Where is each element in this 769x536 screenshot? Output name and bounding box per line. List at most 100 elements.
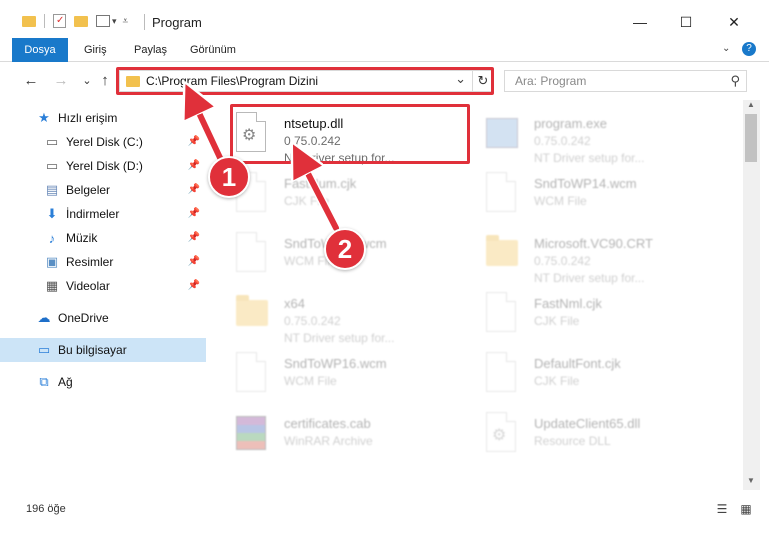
scroll-up-icon[interactable]: ▲	[745, 100, 757, 112]
back-button[interactable]: ←	[22, 72, 40, 90]
sidebar-item-label: Ağ	[58, 375, 73, 389]
window-title: Program	[152, 15, 202, 30]
status-bar: 196 öğe ☰ ▦	[0, 496, 769, 526]
sidebar-item-onedrive[interactable]: ☁ OneDrive	[0, 306, 206, 330]
sidebar-item-muzik[interactable]: ♪ Müzik 📌	[0, 226, 206, 250]
tab-paylas[interactable]: Paylaş	[134, 38, 167, 62]
computer-icon: ▭	[37, 342, 51, 357]
search-input[interactable]: Ara: Program	[515, 74, 586, 88]
title-bar: ✓ ▾ ⩡ Program — ☐ ✕	[0, 0, 769, 38]
file-highlight-box	[230, 104, 470, 164]
step-badge-2: 2	[324, 228, 366, 270]
file-icon	[486, 352, 522, 394]
folder-icon[interactable]	[22, 15, 36, 27]
sidebar-item-videolar[interactable]: ▦ Videolar 📌	[0, 274, 206, 298]
archive-icon	[236, 412, 272, 454]
search-box[interactable]: Ara: Program ⚲	[504, 70, 747, 92]
sidebar-item-disk-c[interactable]: ▭ Yerel Disk (C:) 📌	[0, 130, 206, 154]
file-item-x64[interactable]: x64 0.75.0.242 NT Driver setup for...	[236, 288, 476, 345]
file-name: UpdateClient65.dll	[534, 416, 641, 431]
file-type: Resource DLL	[534, 434, 611, 448]
address-highlight-box	[116, 67, 494, 95]
qa-dropdown-icon[interactable]: ⩡	[123, 16, 129, 27]
item-count: 196 öğe	[26, 503, 66, 515]
scroll-down-icon[interactable]: ▼	[745, 476, 757, 488]
sidebar-item-label: Belgeler	[66, 183, 111, 197]
sidebar-item-label: OneDrive	[58, 311, 109, 325]
chevron-down-icon[interactable]: ▾	[112, 16, 117, 27]
file-description: NT Driver setup for...	[284, 331, 395, 345]
properties-icon[interactable]: ✓	[53, 14, 66, 28]
sidebar-item-network[interactable]: ⧉ Ağ	[0, 370, 206, 394]
minimize-button[interactable]: —	[620, 8, 660, 36]
file-icon	[236, 232, 272, 274]
details-view-icon[interactable]: ☰	[714, 502, 730, 516]
pin-icon[interactable]: 📌	[188, 256, 200, 267]
tiles-view-icon[interactable]: ▦	[738, 502, 754, 516]
title-separator	[144, 14, 145, 30]
tab-dosya[interactable]: Dosya	[12, 38, 68, 62]
maximize-button[interactable]: ☐	[666, 8, 706, 36]
pin-icon[interactable]: 📌	[188, 208, 200, 219]
sidebar-item-quick-access[interactable]: ★ Hızlı erişim	[0, 106, 206, 130]
sidebar-item-label: Yerel Disk (C:)	[66, 135, 143, 149]
step-badge-1: 1	[208, 156, 250, 198]
file-item-program-exe[interactable]: program.exe 0.75.0.242 NT Driver setup f…	[486, 108, 726, 165]
sidebar-item-label: Yerel Disk (D:)	[66, 159, 143, 173]
file-type: CJK File	[284, 194, 330, 208]
new-folder-icon[interactable]	[74, 15, 88, 27]
tab-gorunum[interactable]: Görünüm	[190, 38, 236, 62]
recent-locations-button[interactable]: ⌄	[78, 72, 96, 90]
file-item-sndtowp14[interactable]: SndToWP14.wcm WCM File	[486, 168, 726, 224]
star-icon: ★	[38, 110, 50, 125]
video-icon: ▦	[45, 278, 59, 293]
music-icon: ♪	[48, 230, 56, 246]
pin-icon[interactable]: 📌	[188, 232, 200, 243]
up-button[interactable]: ↑	[96, 72, 114, 90]
pin-icon[interactable]: 📌	[188, 136, 200, 147]
documents-icon: ▤	[45, 182, 59, 197]
dll-file-icon: ⚙	[486, 412, 522, 454]
file-item-defaultfont[interactable]: DefaultFont.cjk CJK File	[486, 348, 726, 404]
file-item-sndtowp16[interactable]: SndToWP16.wcm WCM File	[236, 348, 476, 404]
close-button[interactable]: ✕	[714, 8, 754, 36]
file-item-vc90crt[interactable]: Microsoft.VC90.CRT 0.75.0.242 NT Driver …	[486, 228, 726, 285]
pin-icon[interactable]: 📌	[188, 160, 200, 171]
sidebar-item-label: Resimler	[66, 255, 114, 269]
sidebar-item-belgeler[interactable]: ▤ Belgeler 📌	[0, 178, 206, 202]
file-version: 0.75.0.242	[534, 134, 591, 148]
file-name: x64	[284, 296, 305, 311]
scroll-thumb[interactable]	[745, 114, 757, 162]
vertical-scrollbar[interactable]: ▲ ▼	[743, 100, 760, 490]
file-type: WinRAR Archive	[284, 434, 373, 448]
file-item-certificates[interactable]: certificates.cab WinRAR Archive	[236, 408, 476, 464]
sidebar-item-disk-d[interactable]: ▭ Yerel Disk (D:) 📌	[0, 154, 206, 178]
sidebar-item-indirmeler[interactable]: ⬇ İndirmeler 📌	[0, 202, 206, 226]
help-icon[interactable]: ?	[742, 42, 756, 56]
sidebar-item-label: Videolar	[66, 279, 110, 293]
customize-icon[interactable]	[96, 15, 110, 27]
search-icon[interactable]: ⚲	[730, 73, 740, 89]
file-item-updateclient65[interactable]: ⚙ UpdateClient65.dll Resource DLL	[486, 408, 726, 464]
sidebar-item-this-pc[interactable]: ▭ Bu bilgisayar	[0, 338, 206, 362]
file-item-fastnml[interactable]: FastNml.cjk CJK File	[486, 288, 726, 344]
pin-icon[interactable]: 📌	[188, 280, 200, 291]
sidebar-item-resimler[interactable]: ▣ Resimler 📌	[0, 250, 206, 274]
ribbon-tabs: Dosya Giriş Paylaş Görünüm ⌄ ?	[0, 38, 769, 62]
file-name: program.exe	[534, 116, 607, 131]
file-type: WCM File	[284, 374, 337, 388]
exe-file-icon	[486, 112, 522, 154]
file-description: NT Driver setup for...	[534, 271, 645, 285]
pictures-icon: ▣	[45, 254, 59, 269]
folder-icon	[486, 232, 522, 274]
file-version: 0.75.0.242	[284, 314, 341, 328]
navigation-pane: ★ Hızlı erişim ▭ Yerel Disk (C:) 📌 ▭ Yer…	[0, 100, 208, 490]
file-version: 0.75.0.242	[534, 254, 591, 268]
file-type: CJK File	[534, 314, 580, 328]
ribbon-expand-icon[interactable]: ⌄	[722, 43, 730, 54]
forward-button[interactable]: →	[52, 72, 70, 90]
file-icon	[486, 292, 522, 334]
file-item-fastnum[interactable]: FastNum.cjk CJK File	[236, 168, 476, 224]
tab-giris[interactable]: Giriş	[84, 38, 107, 62]
pin-icon[interactable]: 📌	[188, 184, 200, 195]
